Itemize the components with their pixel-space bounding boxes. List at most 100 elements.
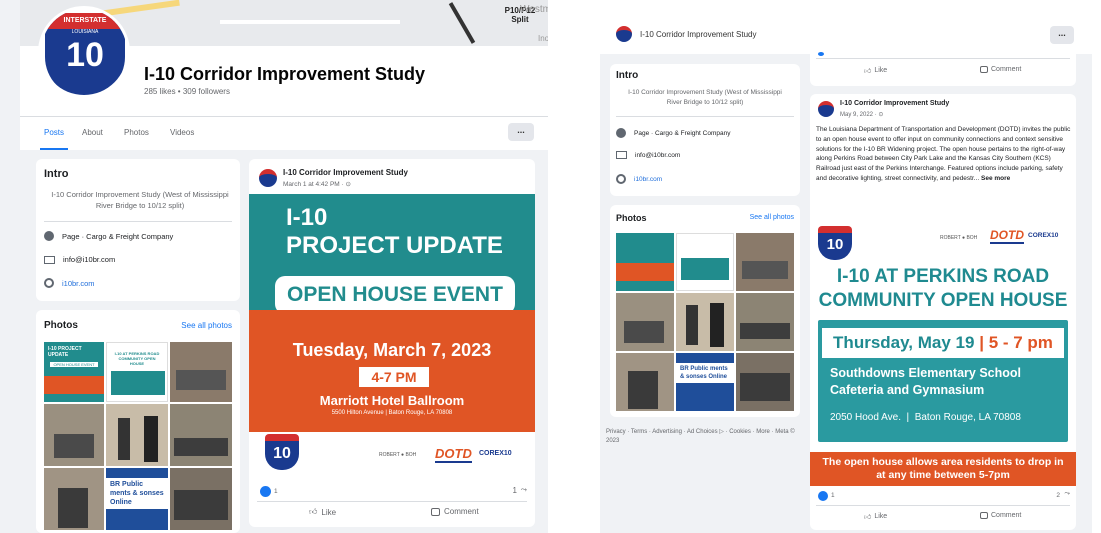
interstate-10-logo-icon: 10 — [265, 434, 299, 470]
post-card: I-10 Corridor Improvement Study May 9, 2… — [810, 94, 1076, 530]
like-button[interactable]: 👍︎ Like — [864, 512, 887, 521]
intro-title: Intro — [44, 168, 69, 180]
post-event-label: OPEN HOUSE EVENT — [275, 276, 515, 314]
post-date: Tuesday, March 7, 2023 — [292, 340, 492, 360]
intro-title: Intro — [616, 70, 639, 81]
photo-thumb[interactable]: I-10 PROJECT UPDATE OPEN HOUSE EVENT — [44, 342, 104, 402]
comment-button[interactable]: Comment — [431, 507, 479, 516]
post-time: March 1 at 4:42 PM · ⊙ — [283, 181, 351, 188]
map-label-split: Split — [511, 15, 529, 24]
photo-thumb[interactable] — [106, 404, 168, 466]
post-card: I-10 Corridor Improvement Study March 1 … — [249, 159, 535, 527]
dotd-logo: DOTD — [990, 228, 1024, 244]
like-button[interactable]: 👍︎ Like — [864, 66, 887, 75]
photo-thumb[interactable] — [616, 233, 674, 291]
post-author[interactable]: I-10 Corridor Improvement Study — [840, 100, 949, 107]
photo-thumb[interactable] — [44, 404, 104, 466]
sticky-header: I-10 Corridor Improvement Study ... — [600, 0, 1092, 54]
reaction-icon[interactable] — [818, 491, 828, 501]
comment-button[interactable]: Comment — [980, 66, 1021, 73]
reaction-count[interactable]: 1 — [274, 488, 278, 495]
post-image[interactable]: 10 ROBERT ● BOH DOTD COREX10 I-10 AT PER… — [810, 218, 1076, 488]
comment-label: Comment — [444, 507, 479, 516]
header-title: I-10 Corridor Improvement Study — [640, 30, 757, 39]
tab-bar: Posts About Photos Videos ... — [20, 116, 548, 150]
right-screenshot: I-10 Corridor Improvement Study ... Intr… — [600, 0, 1092, 533]
tab-videos[interactable]: Videos — [170, 128, 194, 137]
email-icon — [44, 255, 55, 264]
share-count[interactable]: 1 — [513, 486, 517, 495]
map-label-place: Westmin — [520, 4, 548, 15]
interstate-shield-icon: INTERSTATE LOUISIANA 10 — [45, 13, 125, 95]
more-button[interactable]: ... — [508, 123, 534, 141]
photo-thumb[interactable]: BR Public ments & sonses Online — [106, 468, 168, 530]
header-shield-icon — [616, 26, 632, 42]
reaction-icon[interactable] — [260, 486, 271, 497]
post-school-1: Southdowns Elementary School — [830, 366, 1021, 380]
website-icon — [44, 278, 54, 288]
post-date: Thursday, May 19 — [833, 333, 975, 352]
photo-thumb[interactable] — [616, 293, 674, 351]
intro-website[interactable]: i10br.com — [62, 279, 95, 288]
reaction-count[interactable]: 1 — [831, 492, 835, 499]
page-title: I-10 Corridor Improvement Study — [144, 64, 426, 84]
header-more-button[interactable]: ... — [1050, 26, 1074, 44]
photo-thumb[interactable] — [170, 342, 232, 402]
photo-thumb[interactable] — [736, 353, 794, 411]
page-stats[interactable]: 285 likes • 309 followers — [144, 87, 230, 96]
reaction-icon — [818, 52, 824, 56]
photos-title: Photos — [616, 213, 647, 223]
footer-links[interactable]: Privacy · Terms · Advertising · Ad Choic… — [606, 428, 802, 446]
photos-card: Photos See all photos I-10 PROJECT UPDAT… — [36, 310, 240, 533]
post-address: 5500 Hilton Avenue | Baton Rouge, LA 708… — [331, 410, 453, 416]
photos-card: Photos See all photos BR Public ments & … — [610, 205, 800, 417]
intro-bio: I-10 Corridor Improvement Study (West of… — [51, 190, 229, 210]
comment-button[interactable]: Comment — [980, 512, 1021, 519]
intro-website[interactable]: i10br.com — [634, 176, 662, 183]
post-headline-1: I-10 AT PERKINS ROAD — [836, 266, 1050, 287]
see-more-link[interactable]: See more — [981, 175, 1010, 182]
post-school-2: Cafeteria and Gymnasium — [830, 383, 985, 397]
photos-title: Photos — [44, 320, 78, 331]
comment-icon — [980, 512, 988, 519]
photo-thumb[interactable] — [616, 353, 674, 411]
author-avatar-icon[interactable] — [818, 101, 834, 117]
photo-thumb[interactable] — [736, 233, 794, 291]
post-body: The Louisiana Department of Transportati… — [816, 125, 1072, 184]
interstate-10-logo-icon: 10 — [818, 226, 852, 260]
post-date-separator: | — [979, 333, 984, 352]
map-label-inois: Inois — [538, 34, 548, 43]
profile-avatar[interactable]: INTERSTATE LOUISIANA 10 — [38, 6, 130, 98]
tab-posts[interactable]: Posts — [44, 128, 64, 137]
post-author[interactable]: I-10 Corridor Improvement Study — [283, 168, 408, 177]
photo-thumb[interactable] — [170, 468, 232, 530]
intro-card: Intro I-10 Corridor Improvement Study (W… — [36, 159, 240, 301]
post-address: 2050 Hood Ave. | Baton Rouge, LA 70808 — [830, 412, 1021, 423]
tab-photos[interactable]: Photos — [124, 128, 149, 137]
share-count[interactable]: 2 — [1056, 492, 1060, 499]
intro-card: Intro I-10 Corridor Improvement Study (W… — [610, 64, 800, 196]
photo-thumb[interactable]: BR Public ments & sonses Online — [676, 353, 734, 411]
intro-email[interactable]: info@i10br.com — [635, 152, 680, 159]
corex-logo: COREX10 — [1028, 232, 1059, 239]
see-all-photos-link[interactable]: See all photos — [181, 321, 232, 330]
like-label: Like — [874, 67, 888, 74]
post-venue: Marriott Hotel Ballroom — [319, 393, 465, 408]
photo-thumb[interactable] — [736, 293, 794, 351]
like-button[interactable]: 👍︎ Like — [309, 507, 336, 517]
tab-about[interactable]: About — [82, 128, 103, 137]
see-all-photos-link[interactable]: See all photos — [750, 214, 794, 221]
photo-thumb[interactable] — [44, 468, 104, 530]
photo-thumb[interactable] — [676, 233, 734, 291]
photo-thumb[interactable] — [170, 404, 232, 466]
thumb-title: BR Public ments & sonses Online — [106, 478, 168, 509]
photo-thumb[interactable]: I-10 AT PERKINS ROAD COMMUNITY OPEN HOUS… — [106, 342, 168, 402]
post-image[interactable]: I-10 PROJECT UPDATE OPEN HOUSE EVENT Tue… — [249, 194, 535, 480]
post-time: May 9, 2022 · ⊙ — [840, 112, 884, 118]
email-icon — [616, 151, 627, 159]
dotd-logo: DOTD — [435, 446, 472, 463]
intro-email[interactable]: info@i10br.com — [63, 255, 115, 264]
photo-thumb[interactable] — [676, 293, 734, 351]
thumb-title: I-10 PROJECT UPDATE — [48, 346, 82, 358]
author-avatar-icon[interactable] — [259, 169, 277, 187]
